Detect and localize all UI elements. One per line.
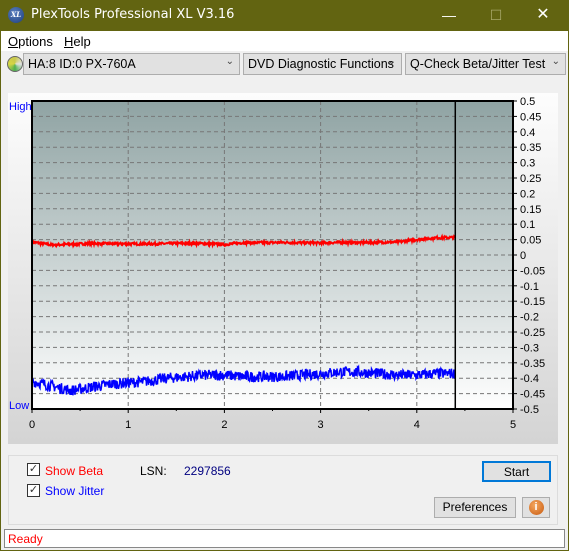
y-tick-label: 0.05 — [520, 235, 541, 247]
minimize-button[interactable]: — — [434, 4, 464, 26]
controls-panel: ✓ Show Beta ✓ Show Jitter LSN: 2297856 S… — [8, 455, 558, 525]
y-tick-label: -0.2 — [520, 312, 539, 324]
close-button[interactable]: ✕ — [528, 4, 558, 26]
y-tick-label: -0.1 — [520, 281, 539, 293]
disc-icon — [7, 56, 23, 72]
start-button[interactable]: Start — [482, 461, 551, 482]
y-tick-label: 0.3 — [520, 158, 535, 170]
y-tick-label: -0.45 — [520, 389, 545, 401]
lsn-value: 2297856 — [184, 464, 231, 478]
chevron-down-icon: ⌄ — [387, 56, 396, 67]
status-bar: Ready — [4, 529, 565, 548]
menu-help[interactable]: Help — [64, 34, 91, 49]
app-logo-icon: XL — [8, 7, 24, 23]
chevron-down-icon: ⌄ — [551, 56, 560, 67]
maximize-button[interactable]: ☐ — [481, 4, 511, 26]
main-window: XL PlexTools Professional XL V3.16 — ☐ ✕… — [1, 0, 568, 550]
y-tick-label: 0.4 — [520, 127, 535, 139]
y-tick-label: -0.25 — [520, 327, 545, 339]
x-tick-label: 1 — [125, 419, 131, 431]
function-select[interactable]: DVD Diagnostic Functions ⌄ — [243, 53, 402, 75]
y-tick-label: -0.15 — [520, 296, 545, 308]
x-tick-label: 0 — [29, 419, 35, 431]
preferences-button[interactable]: Preferences — [434, 497, 516, 518]
drive-select[interactable]: HA:8 ID:0 PX-760A ⌄ — [23, 53, 240, 75]
y-tick-label: -0.3 — [520, 342, 539, 354]
test-select[interactable]: Q-Check Beta/Jitter Test ⌄ — [405, 53, 566, 75]
y-tick-label: 0.45 — [520, 111, 541, 123]
y-tick-label: 0 — [520, 250, 526, 262]
window-title: PlexTools Professional XL V3.16 — [31, 7, 235, 22]
y-tick-label: -0.5 — [520, 404, 539, 416]
y-tick-label: -0.35 — [520, 358, 545, 370]
y-tick-label: 0.2 — [520, 188, 535, 200]
y-tick-label: 0.35 — [520, 142, 541, 154]
x-tick-label: 2 — [221, 419, 227, 431]
beta-jitter-chart: 0.5 0.45 0.4 0.35 0.3 0.25 0.2 0.15 0.1 0.05 0 -0.0… — [29, 96, 545, 431]
x-tick-label: 3 — [318, 419, 324, 431]
toolbar: HA:8 ID:0 PX-760A ⌄ DVD Diagnostic Functi… — [1, 51, 568, 79]
chart-panel: High Low 0.5 0.45 0.4 0.35 0.3 0.25 0.2 0.15 0.1… — [8, 93, 558, 444]
show-jitter-checkbox[interactable]: ✓ — [27, 484, 40, 497]
y-tick-label: 0.1 — [520, 219, 535, 231]
y-tick-label: 0.5 — [520, 96, 535, 108]
x-tick-label: 5 — [510, 419, 516, 431]
menu-options[interactable]: Options — [8, 34, 53, 49]
menu-bar: Options Help — [1, 31, 568, 51]
info-button[interactable]: i — [522, 497, 550, 518]
show-beta-label: Show Beta — [45, 464, 104, 478]
title-bar: XL PlexTools Professional XL V3.16 — ☐ ✕ — [1, 0, 568, 31]
show-jitter-label: Show Jitter — [45, 484, 105, 498]
y-tick-label: -0.4 — [520, 373, 539, 385]
y-tick-label: 0.25 — [520, 173, 541, 185]
chevron-down-icon: ⌄ — [225, 56, 234, 67]
x-tick-label: 4 — [414, 419, 420, 431]
y-tick-label: 0.15 — [520, 204, 541, 216]
info-icon: i — [528, 500, 544, 515]
y-tick-label: -0.05 — [520, 265, 545, 277]
lsn-label: LSN: — [140, 464, 167, 478]
show-beta-checkbox[interactable]: ✓ — [27, 463, 40, 476]
